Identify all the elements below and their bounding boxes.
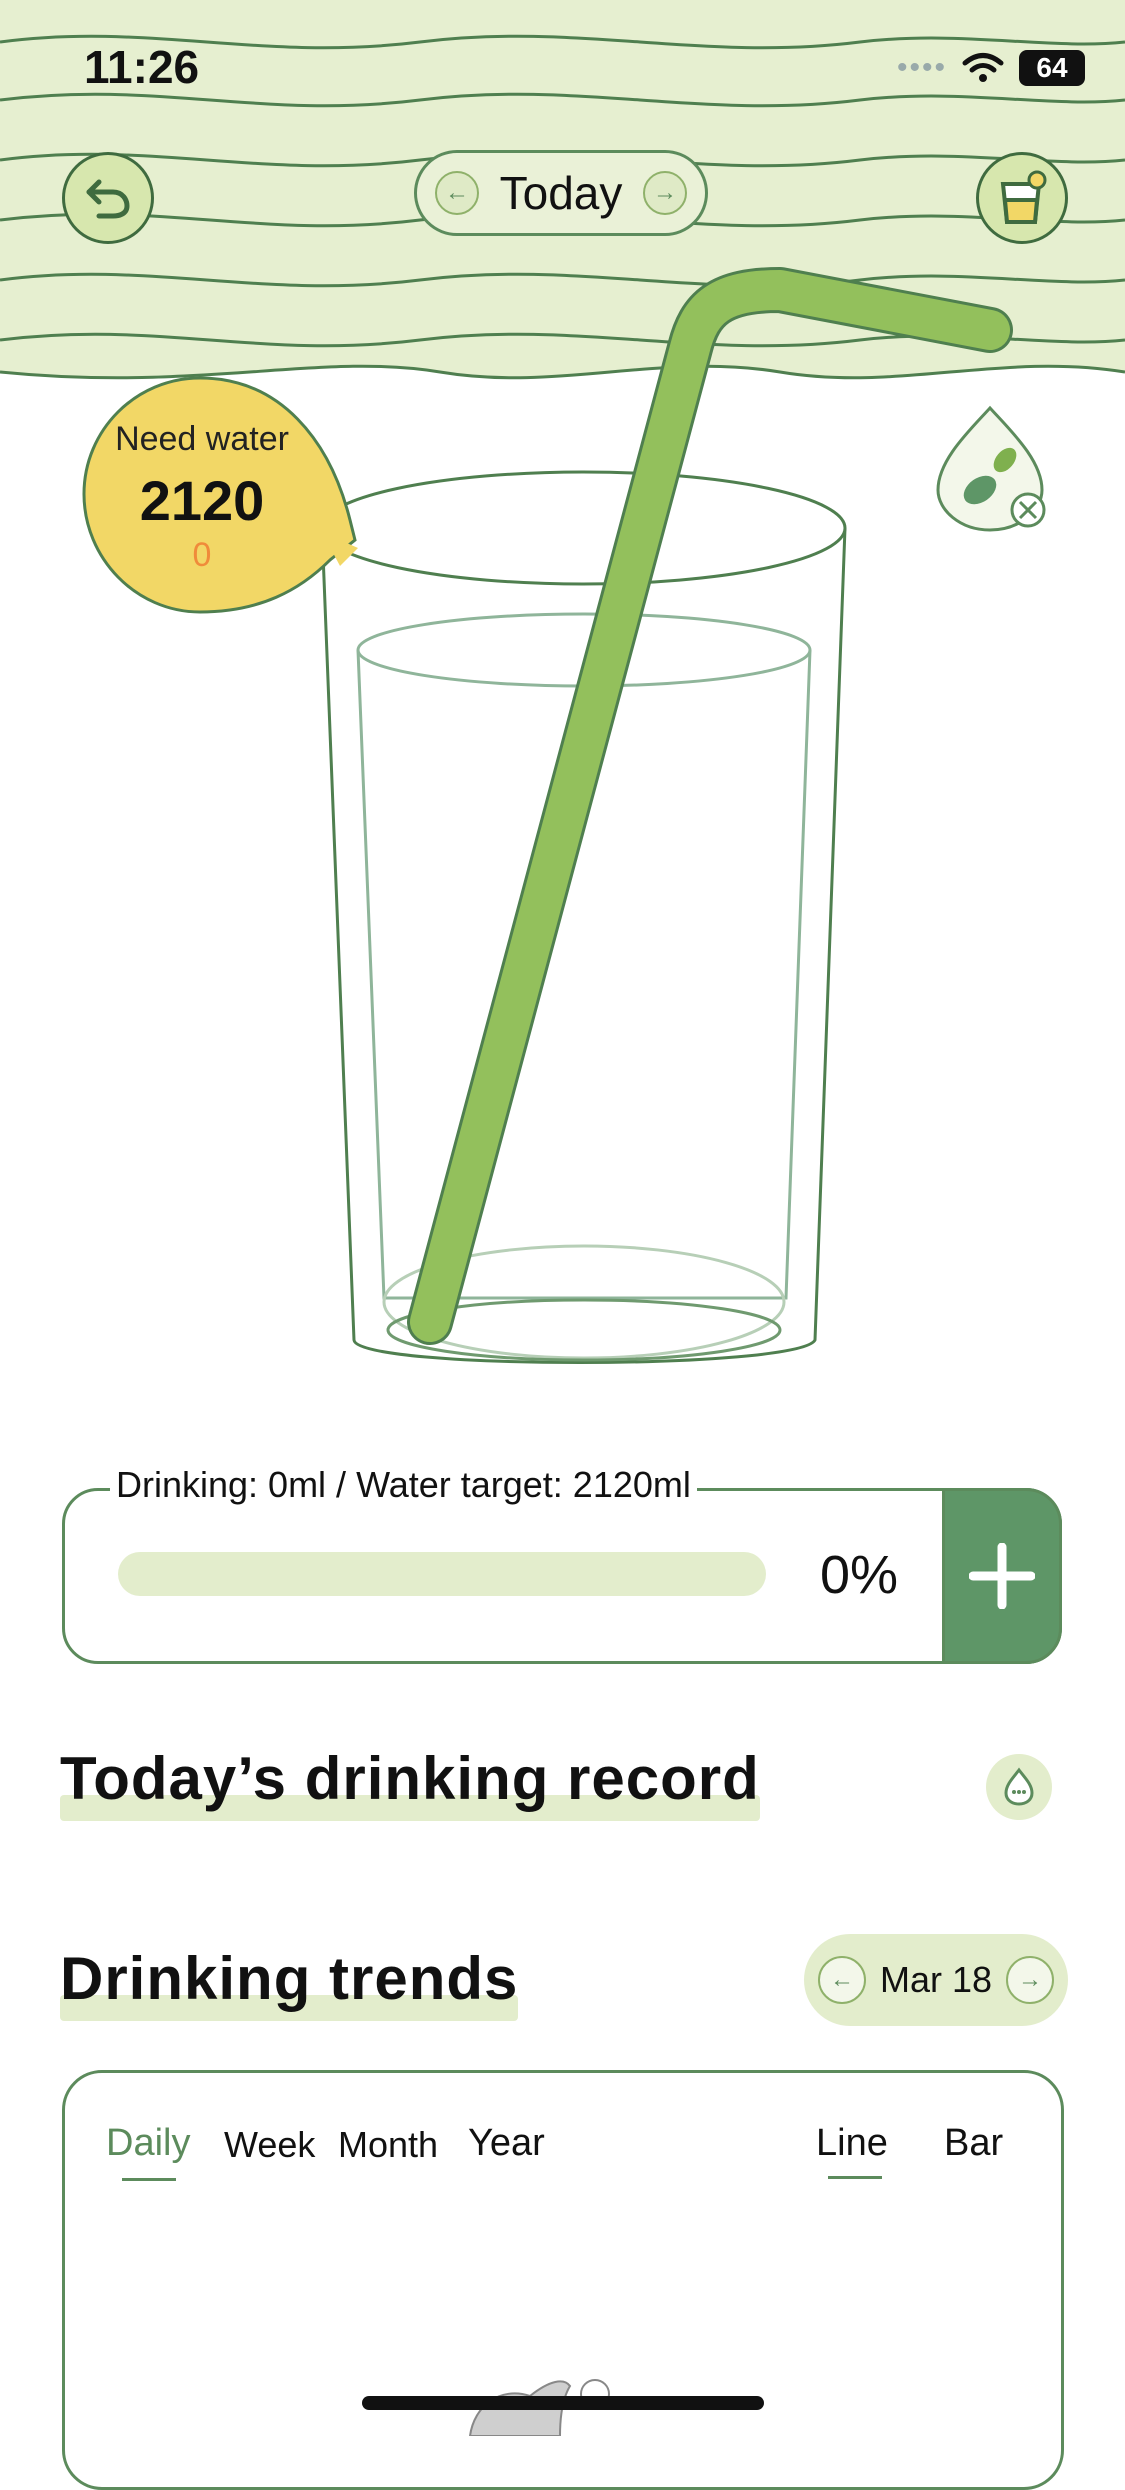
- record-button[interactable]: [986, 1754, 1052, 1820]
- need-water-sub-value: 0: [192, 536, 212, 574]
- leaf-drop-icon: [936, 405, 1046, 532]
- trends-title-text: Drinking trends: [60, 1945, 519, 2012]
- tab-month[interactable]: Month: [338, 2124, 438, 2166]
- undo-button[interactable]: [62, 152, 154, 244]
- tab-year[interactable]: Year: [468, 2122, 545, 2165]
- cup-button[interactable]: [976, 152, 1068, 244]
- prev-day-button[interactable]: ←: [435, 171, 479, 215]
- progress-label: Drinking: 0ml / Water target: 2120ml: [110, 1464, 697, 1506]
- prev-date-button[interactable]: ←: [818, 1956, 866, 2004]
- trends-title: Drinking trends: [60, 1944, 519, 2021]
- status-icons: •••• 64: [897, 48, 1085, 88]
- progress-percent: 0%: [820, 1545, 899, 1605]
- plus-icon: [969, 1543, 1035, 1609]
- need-water-value: 2120: [139, 469, 265, 532]
- tab-daily-underline: [122, 2178, 176, 2181]
- home-indicator: [362, 2396, 764, 2410]
- trend-date-selector: ← Mar 18 →: [804, 1934, 1068, 2026]
- record-title-wrap: Today’s drinking record: [60, 1744, 760, 1821]
- need-water-label: Need water: [115, 420, 289, 458]
- signal-icon: ••••: [896, 51, 947, 84]
- tab-daily[interactable]: Daily: [106, 2122, 190, 2165]
- tab-week[interactable]: Week: [224, 2124, 315, 2166]
- date-selector: ← Today →: [414, 150, 708, 236]
- record-title-text: Today’s drinking record: [60, 1745, 760, 1812]
- next-date-button[interactable]: →: [1005, 1956, 1054, 2004]
- chart-type-line[interactable]: Line: [816, 2122, 888, 2165]
- trend-date: Mar 18: [879, 1959, 993, 2000]
- chart-type-line-underline: [828, 2176, 882, 2179]
- next-day-button[interactable]: →: [643, 171, 687, 215]
- cup-icon: [1000, 170, 1047, 224]
- progress-bar: [118, 1552, 766, 1596]
- record-title: Today’s drinking record: [60, 1744, 760, 1821]
- trends-title-wrap: Drinking trends: [60, 1944, 519, 2021]
- battery-icon: 64: [1019, 50, 1085, 86]
- wifi-icon: [962, 53, 1004, 82]
- status-time: 11:26: [84, 41, 200, 93]
- date-label: Today: [499, 167, 623, 219]
- water-drop-icon: [1004, 1767, 1034, 1806]
- undo-icon: [86, 179, 130, 219]
- chart-type-bar[interactable]: Bar: [944, 2122, 1003, 2165]
- add-drink-button[interactable]: [942, 1488, 1062, 1664]
